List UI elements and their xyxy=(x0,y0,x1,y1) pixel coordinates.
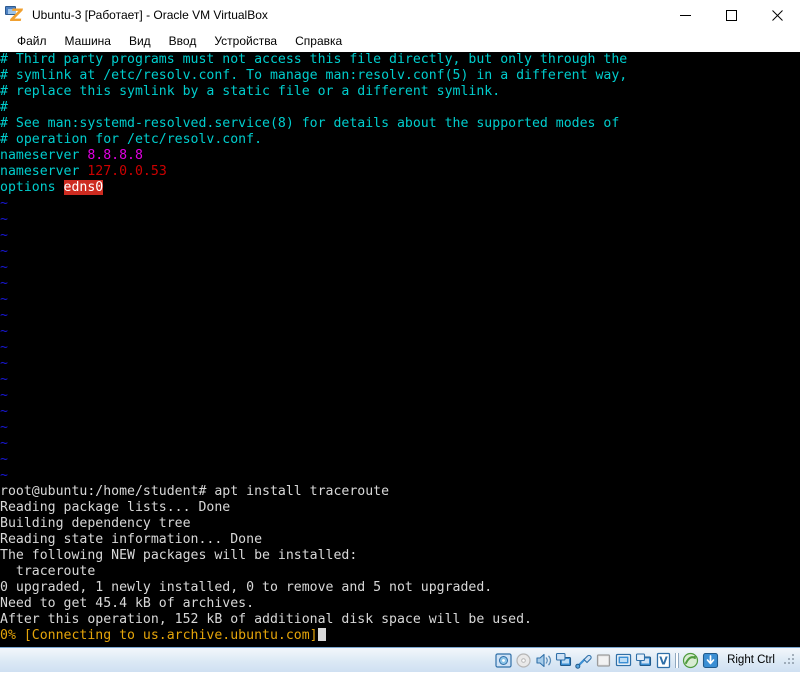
apt-download-size-line: Need to get 45.4 kB of archives. xyxy=(0,596,255,611)
menu-input[interactable]: Ввод xyxy=(160,32,206,51)
terminal-comment-line: # xyxy=(0,100,8,115)
host-key-label: Right Ctrl xyxy=(727,654,775,666)
svg-text:V: V xyxy=(659,654,668,667)
vim-empty-line-marker: ~ xyxy=(0,356,8,371)
usb-icon[interactable] xyxy=(575,652,592,669)
title-bar: Z Ubuntu-3 [Работает] - Oracle VM Virtua… xyxy=(0,0,800,30)
menu-help[interactable]: Справка xyxy=(286,32,351,51)
vim-empty-line-marker: ~ xyxy=(0,308,8,323)
virtualbox-icon: Z xyxy=(5,5,25,25)
apt-package-name: traceroute xyxy=(0,564,96,579)
vim-empty-line-marker: ~ xyxy=(0,324,8,339)
vim-empty-line-marker: ~ xyxy=(0,372,8,387)
hard-disk-icon[interactable] xyxy=(495,652,512,669)
nameserver-row: nameserver 127.0.0.53 xyxy=(0,164,800,180)
virtualbox-window: Z Ubuntu-3 [Работает] - Oracle VM Virtua… xyxy=(0,0,800,672)
menu-machine[interactable]: Машина xyxy=(56,32,120,51)
guest-terminal-screen[interactable]: # Third party programs must not access t… xyxy=(0,52,800,647)
options-row: options edns0 xyxy=(0,180,800,196)
apt-output-line: Building dependency tree xyxy=(0,516,191,531)
vim-empty-line-marker: ~ xyxy=(0,244,8,259)
vim-empty-line-marker: ~ xyxy=(0,292,8,307)
terminal-comment-line: # Third party programs must not access t… xyxy=(0,52,628,67)
apt-output-line: The following NEW packages will be insta… xyxy=(0,548,358,563)
video-capture-icon[interactable]: V xyxy=(655,652,672,669)
apt-summary-line: 0 upgraded, 1 newly installed, 0 to remo… xyxy=(0,580,493,595)
vim-empty-line-marker: ~ xyxy=(0,196,8,211)
apt-progress-line: 0% [Connecting to us.archive.ubuntu.com] xyxy=(0,628,800,644)
network-icon[interactable] xyxy=(555,652,572,669)
apt-disk-space-line: After this operation, 152 kB of addition… xyxy=(0,612,532,627)
vim-empty-line-marker: ~ xyxy=(0,436,8,451)
terminal-cursor xyxy=(317,628,326,641)
vim-empty-line-marker: ~ xyxy=(0,228,8,243)
vim-empty-line-marker: ~ xyxy=(0,420,8,435)
apt-output-line: Reading state information... Done xyxy=(0,532,263,547)
display-icon[interactable] xyxy=(615,652,632,669)
resize-grip[interactable] xyxy=(784,654,796,666)
audio-icon[interactable] xyxy=(535,652,552,669)
menu-file[interactable]: Файл xyxy=(8,32,56,51)
window-title: Ubuntu-3 [Работает] - Oracle VM VirtualB… xyxy=(32,8,268,22)
shell-prompt-line: root@ubuntu:/home/student# apt install t… xyxy=(0,484,390,499)
terminal-comment-line: # operation for /etc/resolv.conf. xyxy=(0,132,263,147)
vim-empty-line-marker: ~ xyxy=(0,468,8,483)
terminal-comment-line: # symlink at /etc/resolv.conf. To manage… xyxy=(0,68,628,83)
nameserver-keyword: nameserver xyxy=(0,148,80,163)
shared-folders-icon[interactable] xyxy=(595,652,612,669)
host-key-icon[interactable] xyxy=(702,652,719,669)
nameserver-row: nameserver 8.8.8.8 xyxy=(0,148,800,164)
apt-output-line: Reading package lists... Done xyxy=(0,500,231,515)
terminal-comment-line: # See man:systemd-resolved.service(8) fo… xyxy=(0,116,620,131)
options-keyword: options xyxy=(0,180,56,195)
apt-progress-text: 0% [Connecting to us.archive.ubuntu.com] xyxy=(0,628,318,643)
maximize-button[interactable] xyxy=(708,0,754,30)
vim-empty-line-marker: ~ xyxy=(0,388,8,403)
menu-devices[interactable]: Устройства xyxy=(205,32,286,51)
vim-empty-line-markers: ~ ~ ~ ~ ~ ~ ~ ~ ~ ~ ~ ~ ~ ~ ~ ~ ~ ~ xyxy=(0,196,800,484)
remote-display-icon[interactable] xyxy=(635,652,652,669)
guest-additions-icon[interactable] xyxy=(682,652,699,669)
close-button[interactable] xyxy=(754,0,800,30)
window-controls xyxy=(662,0,800,30)
vim-empty-line-marker: ~ xyxy=(0,276,8,291)
menu-bar: Файл Машина Вид Ввод Устройства Справка xyxy=(0,30,800,52)
nameserver-value: 127.0.0.53 xyxy=(87,164,167,179)
nameserver-value: 8.8.8.8 xyxy=(87,148,143,163)
menu-view[interactable]: Вид xyxy=(120,32,160,51)
vim-empty-line-marker: ~ xyxy=(0,340,8,355)
nameserver-keyword: nameserver xyxy=(0,164,80,179)
status-bar-icons: V Right Ctrl xyxy=(495,652,796,669)
optical-disk-icon[interactable] xyxy=(515,652,532,669)
minimize-button[interactable] xyxy=(662,0,708,30)
vim-empty-line-marker: ~ xyxy=(0,404,8,419)
terminal-comment-line: # replace this symlink by a static file … xyxy=(0,84,501,99)
status-bar: V Right Ctrl xyxy=(0,647,800,672)
vim-empty-line-marker: ~ xyxy=(0,260,8,275)
vim-empty-line-marker: ~ xyxy=(0,212,8,227)
status-separator xyxy=(675,652,680,668)
options-value-highlighted: edns0 xyxy=(63,180,104,195)
vim-empty-line-marker: ~ xyxy=(0,452,8,467)
